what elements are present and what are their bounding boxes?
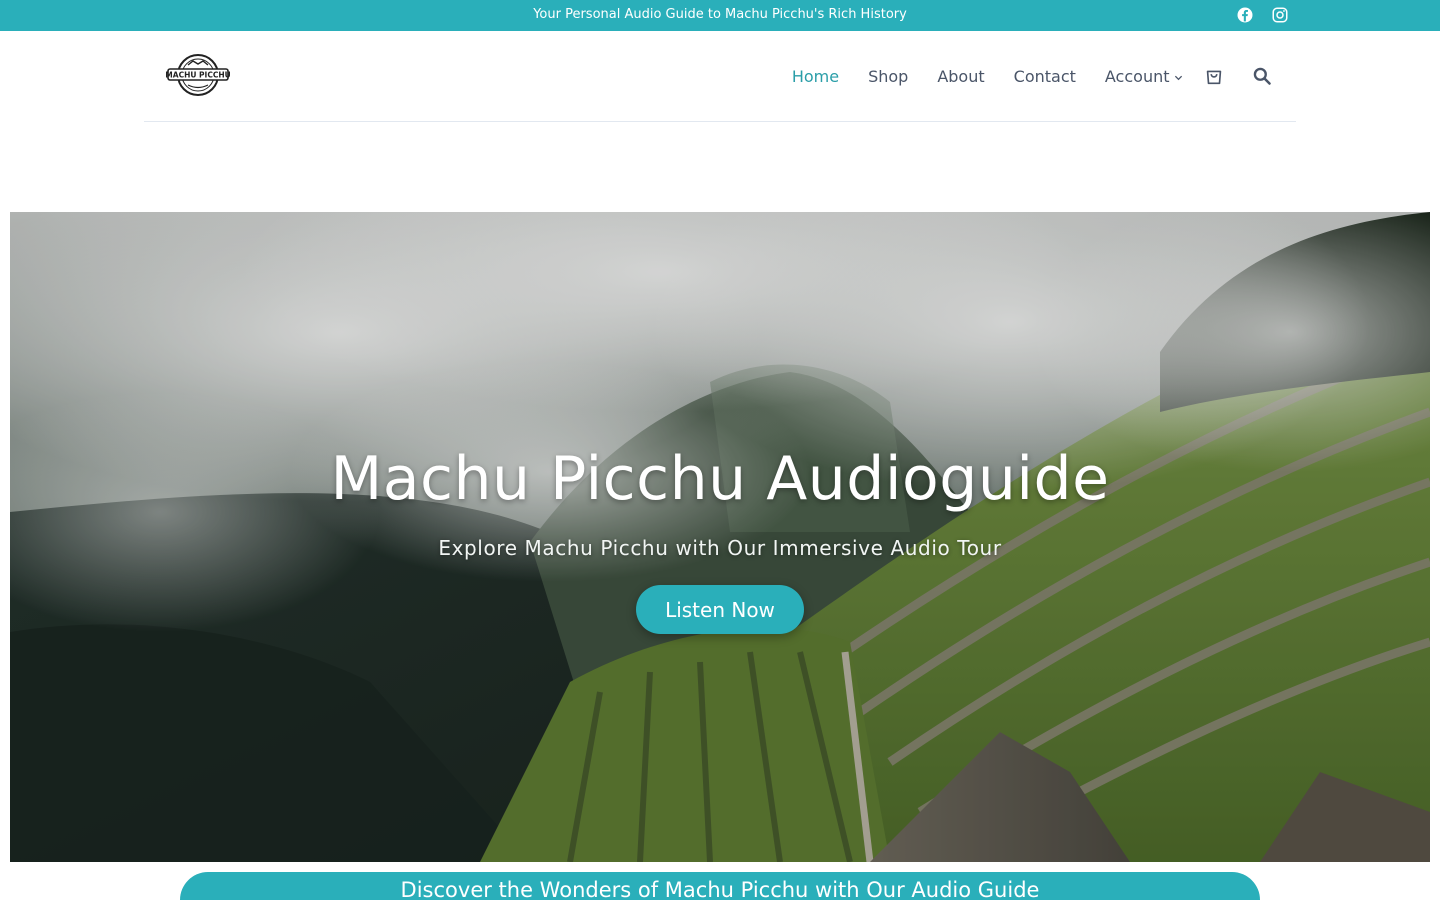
- hero-title: Machu Picchu Audioguide: [330, 444, 1110, 514]
- site-header: MACHU PICCHU Home Shop About Contact Acc…: [144, 31, 1296, 122]
- cart-icon[interactable]: [1203, 65, 1225, 87]
- facebook-icon[interactable]: [1236, 6, 1254, 24]
- hero-section: Machu Picchu Audioguide Explore Machu Pi…: [10, 212, 1430, 862]
- top-bar: Your Personal Audio Guide to Machu Picch…: [0, 0, 1440, 31]
- listen-now-button[interactable]: Listen Now: [636, 585, 804, 634]
- nav-home[interactable]: Home: [777, 67, 853, 86]
- instagram-icon[interactable]: [1271, 6, 1289, 24]
- main-nav: Home Shop About Contact Account: [777, 31, 1272, 121]
- nav-contact[interactable]: Contact: [999, 67, 1090, 86]
- search-icon[interactable]: [1252, 66, 1272, 86]
- nav-account-label: Account: [1104, 66, 1170, 86]
- banner-heading: Discover the Wonders of Machu Picchu wit…: [400, 878, 1040, 900]
- hero-subtitle: Explore Machu Picchu with Our Immersive …: [438, 536, 1002, 560]
- chevron-down-icon: [1174, 75, 1182, 81]
- nav-account[interactable]: Account: [1090, 67, 1197, 86]
- site-logo[interactable]: MACHU PICCHU: [166, 53, 230, 97]
- logo-text: MACHU PICCHU: [166, 71, 230, 80]
- nav-about[interactable]: About: [923, 67, 999, 86]
- discover-banner: Discover the Wonders of Machu Picchu wit…: [180, 872, 1260, 900]
- nav-shop[interactable]: Shop: [854, 67, 923, 86]
- topbar-tagline: Your Personal Audio Guide to Machu Picch…: [533, 7, 907, 22]
